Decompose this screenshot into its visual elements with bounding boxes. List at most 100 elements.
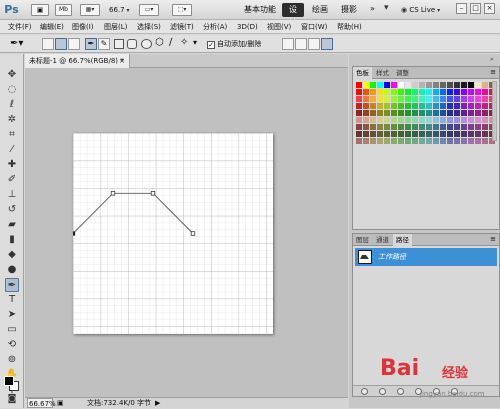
eraser-tool-icon[interactable]: ▰ [5, 218, 19, 232]
collapse-panels-icon[interactable]: » [490, 56, 494, 63]
color-swatch[interactable] [412, 117, 418, 123]
color-swatch[interactable] [461, 96, 467, 102]
cs-live-button[interactable]: ◉ CS Live ▾ [401, 3, 447, 17]
color-swatch[interactable] [363, 82, 369, 88]
color-swatch[interactable] [412, 96, 418, 102]
document-tab[interactable]: 未标题-1 @ 66.7%(RGB/8) * × [25, 54, 130, 68]
color-swatch[interactable] [447, 82, 453, 88]
color-swatch[interactable] [356, 103, 362, 109]
color-swatch[interactable] [363, 89, 369, 95]
geometry-options-chevron-icon[interactable]: ▾ [193, 38, 197, 47]
color-swatch[interactable] [461, 117, 467, 123]
color-swatch[interactable] [468, 89, 474, 95]
color-swatch[interactable] [377, 96, 383, 102]
color-swatch[interactable] [384, 110, 390, 116]
color-swatch[interactable] [482, 124, 488, 130]
work-path-row[interactable]: 工作路径 [355, 248, 497, 266]
color-swatch[interactable] [370, 82, 376, 88]
color-swatch[interactable] [468, 103, 474, 109]
color-swatch[interactable] [475, 96, 481, 102]
tab-channels[interactable]: 通道 [373, 234, 392, 246]
color-swatch[interactable] [370, 124, 376, 130]
color-swatch[interactable] [398, 89, 404, 95]
color-swatch[interactable] [391, 110, 397, 116]
tab-swatches[interactable]: 色板 [353, 67, 372, 79]
clone-stamp-tool-icon[interactable]: ⊥ [5, 188, 19, 202]
menu-image[interactable]: 图像(I) [72, 21, 94, 33]
panel-menu-icon[interactable]: ≡ [490, 68, 496, 76]
color-swatch[interactable] [356, 124, 362, 130]
move-tool-icon[interactable]: ✥ [5, 68, 19, 82]
color-swatch[interactable] [426, 89, 432, 95]
color-swatch[interactable] [412, 110, 418, 116]
color-swatch[interactable] [468, 124, 474, 130]
color-swatch[interactable] [482, 82, 488, 88]
color-swatch[interactable] [426, 96, 432, 102]
color-swatch[interactable] [482, 110, 488, 116]
color-swatch[interactable] [454, 96, 460, 102]
color-swatch[interactable] [461, 124, 467, 130]
color-swatch[interactable] [419, 96, 425, 102]
color-swatch[interactable] [398, 103, 404, 109]
color-swatch[interactable] [440, 110, 446, 116]
line-shape-icon[interactable]: ∕ [169, 37, 172, 48]
color-swatch[interactable] [468, 117, 474, 123]
color-swatch[interactable] [370, 96, 376, 102]
color-swatch[interactable] [433, 131, 439, 137]
color-swatch[interactable] [454, 131, 460, 137]
color-swatch[interactable] [405, 82, 411, 88]
color-swatch[interactable] [447, 124, 453, 130]
color-swatch[interactable] [475, 138, 481, 144]
marquee-tool-icon[interactable]: ◌ [5, 83, 19, 97]
add-to-path-area-button[interactable] [282, 38, 294, 50]
rounded-rectangle-icon[interactable] [127, 39, 137, 49]
color-swatch[interactable] [475, 103, 481, 109]
type-tool-icon[interactable]: T [5, 293, 19, 307]
color-swatch[interactable] [433, 89, 439, 95]
color-swatch[interactable] [377, 89, 383, 95]
paths-mode-button[interactable] [55, 38, 67, 50]
minimize-icon[interactable]: – [456, 3, 467, 14]
color-swatch[interactable] [356, 138, 362, 144]
color-swatch[interactable] [440, 131, 446, 137]
fill-path-icon[interactable] [361, 388, 368, 395]
color-swatch[interactable] [433, 103, 439, 109]
color-swatch[interactable] [482, 89, 488, 95]
color-swatch[interactable] [433, 82, 439, 88]
color-swatch[interactable] [440, 117, 446, 123]
anchor-point[interactable] [150, 191, 156, 196]
color-swatch[interactable] [398, 96, 404, 102]
color-swatch[interactable] [377, 138, 383, 144]
workspace-menu-icon[interactable]: ▾ [384, 3, 389, 13]
color-swatch[interactable] [433, 138, 439, 144]
color-swatch[interactable] [391, 89, 397, 95]
color-swatch[interactable] [391, 82, 397, 88]
color-swatch[interactable] [440, 89, 446, 95]
color-swatch[interactable] [419, 117, 425, 123]
color-swatch[interactable] [384, 138, 390, 144]
color-swatch[interactable] [482, 103, 488, 109]
color-swatch[interactable] [454, 124, 460, 130]
color-swatch[interactable] [405, 89, 411, 95]
color-swatch[interactable] [384, 131, 390, 137]
color-swatch[interactable] [356, 96, 362, 102]
menu-select[interactable]: 选择(S) [137, 21, 161, 33]
color-swatch[interactable] [412, 138, 418, 144]
color-swatch[interactable] [440, 138, 446, 144]
color-swatch[interactable] [391, 96, 397, 102]
color-swatch[interactable] [405, 124, 411, 130]
arrange-documents-dropdown[interactable]: ▭▾ [139, 4, 159, 16]
color-swatch[interactable] [468, 82, 474, 88]
workspace-photography[interactable]: 摄影 [337, 3, 361, 17]
color-swatch[interactable] [475, 117, 481, 123]
color-swatch[interactable] [391, 117, 397, 123]
path-selection-tool-icon[interactable]: ➤ [5, 308, 19, 322]
color-swatch[interactable] [447, 138, 453, 144]
color-swatch[interactable] [440, 96, 446, 102]
color-swatch[interactable] [405, 117, 411, 123]
panel-menu-icon[interactable]: ≡ [490, 235, 496, 243]
color-swatch[interactable] [363, 138, 369, 144]
color-swatch[interactable] [412, 124, 418, 130]
color-swatch[interactable] [461, 89, 467, 95]
anchor-point[interactable] [190, 231, 196, 236]
